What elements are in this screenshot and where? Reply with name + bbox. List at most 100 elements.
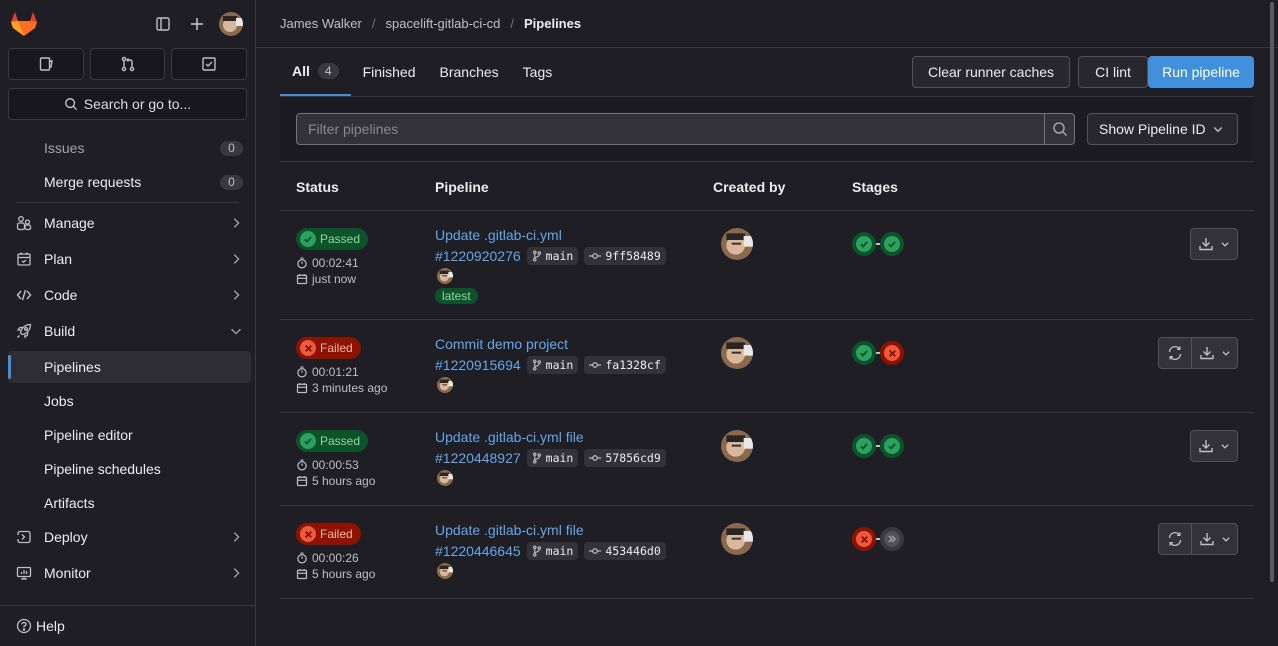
status-badge[interactable]: Failed: [296, 337, 361, 359]
tab-all[interactable]: All 4: [280, 48, 351, 96]
table-row: Passed 00:00:53 5 hours ago Update .gitl…: [280, 413, 1254, 506]
finished-value: 5 hours ago: [312, 567, 376, 581]
table-row: Failed 00:00:26 5 hours ago Update .gitl…: [280, 506, 1254, 599]
sidebar-item-label: Pipeline editor: [44, 427, 133, 443]
download-artifacts-dropdown[interactable]: [1191, 431, 1237, 461]
sidebar-item-plan[interactable]: Plan: [8, 243, 251, 275]
sidebar-item-label: Code: [44, 287, 78, 303]
stage-success[interactable]: [852, 232, 876, 256]
calendar-icon: [16, 251, 32, 267]
retry-button[interactable]: [1159, 338, 1191, 368]
commit-title-link[interactable]: Update .gitlab-ci.yml: [435, 227, 562, 243]
tab-tags[interactable]: Tags: [511, 48, 565, 96]
stage-success[interactable]: [880, 434, 904, 458]
branch-ref[interactable]: main: [526, 356, 579, 374]
pipeline-id-link[interactable]: #1220920276: [435, 248, 521, 264]
stage-skipped[interactable]: [880, 527, 904, 551]
run-pipeline-button[interactable]: Run pipeline: [1148, 56, 1254, 88]
commit-sha[interactable]: fa1328cf: [584, 356, 666, 374]
gitlab-logo[interactable]: [10, 11, 38, 37]
filter-search-button[interactable]: [1044, 113, 1075, 145]
pipeline-id-link[interactable]: #1220448927: [435, 450, 521, 466]
sidebar-item-pipeline-schedules[interactable]: Pipeline schedules: [8, 453, 251, 485]
close-icon: [856, 531, 872, 547]
ci-lint-button[interactable]: CI lint: [1078, 56, 1148, 88]
download-artifacts-dropdown[interactable]: [1191, 229, 1237, 259]
pipeline-stages: [852, 341, 904, 365]
created-by-avatar[interactable]: [721, 523, 753, 555]
sidebar-item-issues[interactable]: Issues 0: [8, 132, 251, 164]
sidebar-item-code[interactable]: Code: [8, 279, 251, 311]
commit-sha[interactable]: 9ff58489: [584, 247, 666, 265]
sidebar-item-deploy[interactable]: Deploy: [8, 521, 251, 553]
commit-title-link[interactable]: Commit demo project: [435, 336, 568, 352]
sidebar-item-build[interactable]: Build: [8, 315, 251, 347]
commit-author-avatar[interactable]: [437, 268, 453, 284]
close-icon: [884, 345, 900, 361]
sidebar-item-manage[interactable]: Manage: [8, 207, 251, 239]
status-badge[interactable]: Failed: [296, 523, 361, 545]
download-artifacts-dropdown[interactable]: [1191, 338, 1237, 368]
scrollbar[interactable]: [1270, 2, 1274, 582]
pipeline-id-link[interactable]: #1220915694: [435, 357, 521, 373]
retry-icon: [1167, 345, 1183, 361]
assigned-issues-button[interactable]: [8, 48, 84, 80]
sidebar-item-label: Jobs: [44, 393, 74, 409]
breadcrumb-current[interactable]: Pipelines: [524, 16, 581, 31]
tab-finished[interactable]: Finished: [351, 48, 428, 96]
branch-ref[interactable]: main: [526, 542, 579, 560]
search-button[interactable]: Search or go to...: [8, 88, 247, 120]
tab-label: All: [292, 63, 310, 79]
status-icon: [300, 526, 316, 542]
commit-author-avatar[interactable]: [437, 377, 453, 393]
stage-failed[interactable]: [880, 341, 904, 365]
commit-author-avatar[interactable]: [437, 563, 453, 579]
sidebar-item-pipelines[interactable]: Pipelines: [8, 351, 251, 383]
chevron-down-icon: [1220, 441, 1230, 451]
download-artifacts-dropdown[interactable]: [1191, 524, 1237, 554]
stage-success[interactable]: [852, 341, 876, 365]
tab-branches[interactable]: Branches: [428, 48, 511, 96]
retry-button[interactable]: [1159, 524, 1191, 554]
commit-author-avatar[interactable]: [437, 470, 453, 486]
branch-ref[interactable]: main: [526, 449, 579, 467]
sidebar-item-pipeline-editor[interactable]: Pipeline editor: [8, 419, 251, 451]
commit-sha[interactable]: 57856cd9: [584, 449, 666, 467]
stage-success[interactable]: [880, 232, 904, 256]
plus-icon[interactable]: [185, 12, 209, 36]
stage-failed[interactable]: [852, 527, 876, 551]
pipeline-stages: [852, 232, 904, 256]
pipeline-id-line: #1220448927 main 57856cd9: [435, 449, 666, 467]
duration-value: 00:00:53: [312, 458, 359, 472]
sidebar-item-monitor[interactable]: Monitor: [8, 557, 251, 589]
created-by-avatar[interactable]: [721, 430, 753, 462]
breadcrumb-project[interactable]: spacelift-gitlab-ci-cd: [386, 16, 501, 31]
sidebar-item-jobs[interactable]: Jobs: [8, 385, 251, 417]
breadcrumb-user[interactable]: James Walker: [280, 16, 362, 31]
pipeline-id-link[interactable]: #1220446645: [435, 543, 521, 559]
filter-pipelines-input[interactable]: Filter pipelines: [296, 113, 1044, 145]
table-row: Passed 00:02:41 just now Update .gitlab-…: [280, 211, 1254, 320]
sidebar-item-merge-requests[interactable]: Merge requests 0: [8, 166, 251, 198]
sidebar-toggle-icon[interactable]: [151, 12, 175, 36]
help-button[interactable]: Help: [0, 605, 256, 646]
breadcrumb: James Walker / spacelift-gitlab-ci-cd / …: [280, 16, 581, 31]
todo-list-button[interactable]: [171, 48, 248, 80]
branch-ref[interactable]: main: [526, 247, 579, 265]
status-badge[interactable]: Passed: [296, 228, 369, 250]
commit-icon: [589, 546, 602, 556]
commit-sha[interactable]: 453446d0: [584, 542, 666, 560]
created-by-avatar[interactable]: [721, 337, 753, 369]
commit-title-link[interactable]: Update .gitlab-ci.yml file: [435, 522, 584, 538]
user-avatar[interactable]: [219, 12, 243, 36]
commit-title-link[interactable]: Update .gitlab-ci.yml file: [435, 429, 584, 445]
sidebar: Search or go to... Issues 0 Merge reques…: [0, 0, 256, 646]
clear-runner-caches-button[interactable]: Clear runner caches: [912, 56, 1070, 88]
created-by-avatar[interactable]: [721, 228, 753, 260]
show-pipeline-id-dropdown[interactable]: Show Pipeline ID: [1087, 113, 1238, 145]
branch-icon: [532, 452, 542, 464]
sidebar-item-artifacts[interactable]: Artifacts: [8, 487, 251, 519]
merge-requests-button[interactable]: [89, 48, 166, 80]
stage-success[interactable]: [852, 434, 876, 458]
status-badge[interactable]: Passed: [296, 430, 369, 452]
